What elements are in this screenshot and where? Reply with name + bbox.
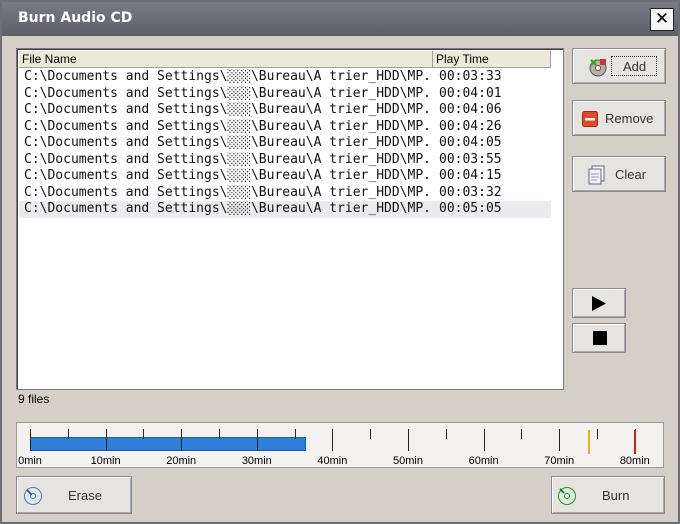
file-count: 9 files: [18, 392, 50, 406]
major-tick: [408, 429, 409, 451]
major-tick: [559, 429, 561, 451]
remove-button-label: Remove: [605, 110, 654, 126]
list-item[interactable]: C:\Documents and Settings\░░░\Bureau\A t…: [19, 152, 551, 169]
file-name-cell: C:\Documents and Settings\░░░\Bureau\A t…: [24, 135, 434, 150]
minor-tick: [521, 429, 523, 439]
dialog-body: File Name Play Time C:\Documents and Set…: [2, 36, 678, 522]
play-time-cell: 00:03:32: [439, 184, 502, 200]
major-tick: [256, 429, 258, 451]
burn-audio-cd-window: Burn Audio CD ✕ File Name Play Time C:\D…: [0, 0, 680, 524]
play-time-cell: 00:05:05: [439, 201, 502, 216]
list-item[interactable]: C:\Documents and Settings\░░░\Bureau\A t…: [19, 201, 551, 218]
add-disc-icon: [588, 57, 608, 80]
file-name-cell: C:\Documents and Settings\░░░\Bureau\A t…: [24, 151, 434, 167]
file-name-cell: C:\Documents and Settings\░░░\Bureau\A t…: [24, 168, 434, 183]
limit-marker: [633, 430, 636, 454]
play-time-cell: 00:04:26: [439, 118, 502, 134]
list-item[interactable]: C:\Documents and Settings\░░░\Bureau\A t…: [19, 119, 551, 136]
scale-label: 80min: [619, 455, 650, 467]
play-time-cell: 00:04:05: [439, 135, 502, 150]
stop-icon: [593, 331, 607, 348]
burn-disc-icon: [557, 486, 577, 509]
burn-button-label: Burn: [602, 487, 630, 503]
play-icon: [592, 296, 606, 314]
capacity-used-fill: [30, 437, 306, 451]
scale-label: 60min: [468, 455, 499, 467]
scale-label: 40min: [317, 455, 348, 467]
play-button[interactable]: [572, 288, 626, 318]
file-rows: C:\Documents and Settings\░░░\Bureau\A t…: [19, 69, 551, 218]
window-title: Burn Audio CD: [18, 10, 133, 26]
play-time-cell: 00:03:33: [439, 69, 502, 84]
major-tick: [105, 429, 107, 451]
file-name-cell: C:\Documents and Settings\░░░\Bureau\A t…: [24, 102, 434, 117]
erase-button-label: Erase: [68, 487, 102, 503]
minor-tick: [143, 429, 145, 439]
file-name-cell: C:\Documents and Settings\░░░\Bureau\A t…: [24, 184, 434, 200]
list-item[interactable]: C:\Documents and Settings\░░░\Bureau\A t…: [19, 69, 551, 86]
file-list[interactable]: File Name Play Time C:\Documents and Set…: [16, 48, 564, 390]
minor-tick: [219, 429, 220, 439]
column-header-play-time[interactable]: Play Time: [433, 51, 551, 67]
scale-label: 70min: [544, 455, 575, 467]
major-tick: [483, 429, 485, 451]
file-name-cell: C:\Documents and Settings\░░░\Bureau\A t…: [24, 69, 434, 84]
minor-tick: [445, 429, 447, 439]
file-name-cell: C:\Documents and Settings\░░░\Bureau\A t…: [24, 85, 434, 101]
remove-icon: [582, 111, 598, 130]
warning-marker: [588, 430, 591, 454]
add-button-label: Add: [623, 58, 647, 74]
remove-button[interactable]: Remove: [572, 100, 666, 136]
scale-label: 30min: [241, 455, 272, 467]
clear-button[interactable]: Clear: [572, 156, 666, 192]
scale-label: 0min: [18, 455, 42, 467]
minor-tick: [294, 429, 296, 439]
minor-tick: [370, 429, 372, 439]
stop-button[interactable]: [572, 323, 626, 353]
column-header-file-name[interactable]: File Name: [19, 51, 433, 67]
list-item[interactable]: C:\Documents and Settings\░░░\Bureau\A t…: [19, 168, 551, 185]
erase-disc-icon: [23, 486, 43, 509]
list-item[interactable]: C:\Documents and Settings\░░░\Bureau\A t…: [19, 86, 551, 103]
play-time-cell: 00:04:15: [439, 168, 502, 183]
play-time-cell: 00:04:06: [439, 102, 502, 117]
disc-capacity-bar: 0min 10min 20min 30min 40min 50min 60min 70min 8…: [16, 422, 664, 468]
list-item[interactable]: C:\Documents and Settings\░░░\Bureau\A t…: [19, 185, 551, 202]
list-item[interactable]: C:\Documents and Settings\░░░\Bureau\A t…: [19, 102, 551, 119]
major-tick: [181, 429, 183, 451]
close-button[interactable]: ✕: [650, 8, 674, 31]
file-name-cell: C:\Documents and Settings\░░░\Bureau\A t…: [24, 118, 434, 134]
title-bar[interactable]: Burn Audio CD ✕: [2, 2, 678, 36]
scale-label: 50min: [393, 455, 423, 467]
list-header: File Name Play Time: [19, 51, 551, 68]
major-tick: [332, 429, 334, 451]
erase-button[interactable]: Erase: [16, 476, 132, 514]
clear-button-label: Clear: [615, 166, 647, 182]
list-item[interactable]: C:\Documents and Settings\░░░\Bureau\A t…: [19, 135, 551, 152]
play-time-cell: 00:04:01: [439, 85, 502, 101]
scale-label: 10min: [90, 455, 121, 467]
file-name-cell: C:\Documents and Settings\░░░\Bureau\A t…: [24, 201, 434, 216]
add-button[interactable]: Add: [572, 48, 666, 84]
minor-tick: [597, 429, 598, 439]
minor-tick: [67, 429, 69, 439]
play-time-cell: 00:03:55: [439, 151, 502, 167]
scale-label: 20min: [166, 455, 197, 467]
clear-document-icon: [588, 165, 606, 188]
burn-button[interactable]: Burn: [551, 476, 665, 514]
major-tick: [30, 429, 31, 451]
